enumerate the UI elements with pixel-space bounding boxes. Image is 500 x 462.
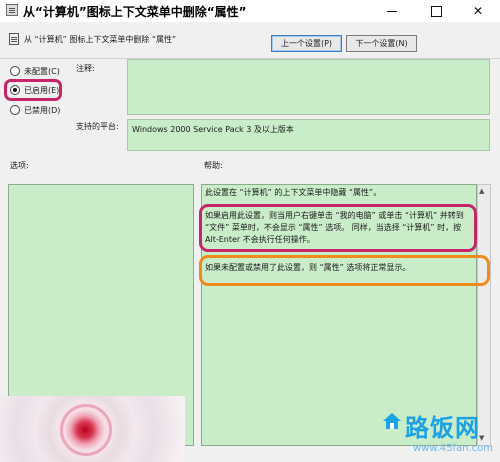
watermark-house-icon bbox=[383, 413, 401, 429]
help-text-intro: 此设置在 “计算机” 的上下文菜单中隐藏 “属性”。 bbox=[205, 188, 382, 197]
setting-icon bbox=[9, 33, 19, 45]
policy-icon bbox=[6, 4, 18, 16]
window-title: 从“计算机”图标上下文菜单中删除“属性” bbox=[23, 5, 247, 19]
radio-circle[interactable] bbox=[10, 65, 20, 76]
comment-label: 注释: bbox=[76, 64, 95, 73]
radio-circle[interactable] bbox=[10, 104, 20, 115]
minimize-button[interactable] bbox=[370, 0, 414, 22]
help-label: 帮助: bbox=[204, 161, 223, 170]
close-button[interactable]: ✕ bbox=[456, 0, 500, 22]
minimize-icon bbox=[387, 11, 397, 12]
previous-setting-button[interactable]: 上一个设置(P) bbox=[271, 35, 342, 52]
comment-textarea[interactable] bbox=[127, 59, 490, 115]
supported-platform-label: 支持的平台: bbox=[76, 122, 119, 131]
options-label: 选项: bbox=[10, 161, 29, 170]
setting-title: 从 “计算机” 图标上下文菜单中删除 “属性” bbox=[24, 35, 177, 44]
help-scrollbar[interactable] bbox=[477, 184, 491, 446]
radio-label: 已禁用(D) bbox=[24, 106, 61, 115]
highlight-disabled-help bbox=[199, 255, 490, 286]
radio-not-configured[interactable]: 未配置(C) bbox=[10, 65, 60, 79]
watermark-url: www.45fan.com bbox=[413, 443, 494, 454]
next-setting-button[interactable]: 下一个设置(N) bbox=[346, 35, 417, 52]
overlay-photo-ring bbox=[60, 404, 112, 456]
highlight-enabled-option bbox=[4, 79, 62, 101]
radio-label: 未配置(C) bbox=[24, 67, 60, 76]
maximize-button[interactable] bbox=[414, 0, 458, 22]
supported-platform-value: Windows 2000 Service Pack 3 及以上版本 bbox=[132, 125, 294, 134]
radio-disabled[interactable]: 已禁用(D) bbox=[10, 104, 60, 118]
watermark-logo-text: 路饭网 bbox=[405, 414, 480, 442]
maximize-icon bbox=[430, 6, 442, 17]
scroll-up-icon[interactable]: ▲ bbox=[479, 187, 484, 195]
highlight-enabled-help bbox=[199, 204, 477, 252]
